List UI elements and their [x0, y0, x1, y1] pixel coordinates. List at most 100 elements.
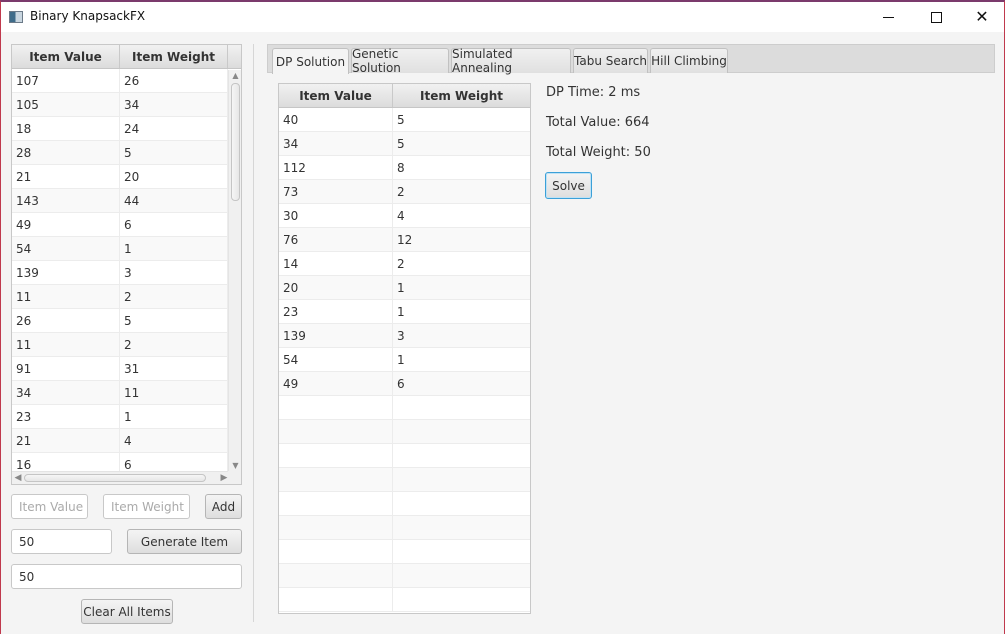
cell-item-weight: [393, 396, 530, 419]
add-button[interactable]: Add: [205, 494, 242, 519]
table-row[interactable]: 112 8: [279, 156, 530, 180]
cell-item-value: 21: [12, 429, 120, 452]
cell-item-value: [279, 396, 393, 419]
minimize-button[interactable]: [865, 2, 911, 32]
tab-genetic-solution[interactable]: Genetic Solution: [351, 47, 449, 75]
table-row[interactable]: [279, 540, 530, 564]
table-row[interactable]: [279, 492, 530, 516]
item-value-input[interactable]: [11, 494, 88, 519]
table-row[interactable]: 14 2: [279, 252, 530, 276]
scroll-up-icon[interactable]: ▲: [229, 70, 241, 82]
cell-item-weight: 1: [397, 280, 405, 295]
cell-item-weight: [393, 564, 530, 587]
table-row[interactable]: 91 31: [12, 357, 241, 381]
column-header-item-value[interactable]: Item Value: [12, 45, 120, 68]
cell-item-weight: 5: [397, 112, 405, 127]
items-table[interactable]: Item Value Item Weight 107 26 105 34 18 24 28 5…: [11, 44, 242, 485]
table-row[interactable]: 11 2: [12, 333, 241, 357]
cell-item-value: 91: [12, 357, 120, 380]
table-row[interactable]: 34 5: [279, 132, 530, 156]
table-row[interactable]: [279, 588, 530, 612]
cell-item-weight: 1: [120, 405, 228, 428]
table-row[interactable]: 30 4: [279, 204, 530, 228]
scroll-corner: [228, 471, 241, 484]
vertical-scrollbar[interactable]: ▲ ▼: [228, 70, 241, 472]
cell-item-value: [279, 516, 393, 539]
dp-column-header-item-weight[interactable]: Item Weight: [393, 84, 530, 107]
cell-item-weight: 11: [120, 381, 228, 404]
table-row[interactable]: 139 3: [12, 261, 241, 285]
capacity-input[interactable]: [11, 564, 242, 589]
cell-item-weight: 5: [397, 136, 405, 151]
clear-all-items-button[interactable]: Clear All Items: [81, 599, 173, 624]
cell-item-value: 20: [279, 276, 393, 299]
cell-item-value: 49: [12, 213, 120, 236]
title-bar: Binary KnapsackFX ✕: [1, 2, 1004, 32]
generate-item-button[interactable]: Generate Item: [127, 529, 242, 554]
cell-item-value: [279, 564, 393, 587]
cell-item-weight: 20: [120, 165, 228, 188]
table-row[interactable]: 26 5: [12, 309, 241, 333]
generate-count-input[interactable]: [11, 529, 112, 554]
table-row[interactable]: 20 1: [279, 276, 530, 300]
table-row[interactable]: [279, 516, 530, 540]
table-row[interactable]: [279, 396, 530, 420]
table-row[interactable]: 143 44: [12, 189, 241, 213]
solve-button[interactable]: Solve: [545, 172, 592, 199]
cell-item-value: 23: [279, 300, 393, 323]
table-row[interactable]: 49 6: [12, 213, 241, 237]
table-row[interactable]: 18 24: [12, 117, 241, 141]
column-header-item-weight[interactable]: Item Weight: [120, 45, 228, 68]
tab-tabu-search[interactable]: Tabu Search: [573, 48, 648, 73]
table-row[interactable]: 40 5: [279, 108, 530, 132]
maximize-button[interactable]: [913, 2, 959, 32]
cell-item-value: 105: [12, 93, 120, 116]
items-table-body: 107 26 105 34 18 24 28 5 21 20 143 44 49 6 54 1 139 3 11 2 2…: [12, 69, 241, 477]
close-button[interactable]: ✕: [959, 2, 1005, 32]
table-row[interactable]: 28 5: [12, 141, 241, 165]
cell-item-value: [279, 540, 393, 563]
table-row[interactable]: 54 1: [279, 348, 530, 372]
table-row[interactable]: [279, 444, 530, 468]
cell-item-weight: [393, 444, 530, 467]
horizontal-scrollbar[interactable]: ◀ ▶: [12, 471, 230, 484]
tab-hill-climbing[interactable]: Hill Climbing: [650, 48, 728, 73]
dp-column-header-item-value[interactable]: Item Value: [279, 84, 393, 107]
table-row[interactable]: 23 1: [279, 300, 530, 324]
table-row[interactable]: [279, 564, 530, 588]
split-divider[interactable]: [253, 44, 254, 622]
cell-item-weight: [393, 588, 530, 611]
table-row[interactable]: 21 20: [12, 165, 241, 189]
dp-solution-table[interactable]: Item Value Item Weight 40 5 34 5 112 8 73 2 30 4 7…: [278, 83, 531, 614]
tab-dp-solution[interactable]: DP Solution: [272, 48, 349, 74]
table-row[interactable]: 107 26: [12, 69, 241, 93]
tab-simulated-annealing[interactable]: Simulated Annealing: [451, 47, 571, 75]
scrollbar-thumb[interactable]: [231, 83, 240, 201]
cell-item-value: 54: [12, 237, 120, 260]
cell-item-value: 34: [12, 381, 120, 404]
cell-item-value: 21: [12, 165, 120, 188]
horizontal-scrollbar-thumb[interactable]: [24, 474, 206, 482]
scroll-left-icon[interactable]: ◀: [12, 472, 24, 484]
cell-item-value: [279, 588, 393, 611]
table-row[interactable]: 105 34: [12, 93, 241, 117]
table-row[interactable]: 11 2: [12, 285, 241, 309]
cell-item-weight: 1: [397, 304, 405, 319]
table-row[interactable]: 21 4: [12, 429, 241, 453]
cell-item-weight: [393, 492, 530, 515]
table-row[interactable]: [279, 468, 530, 492]
table-row[interactable]: 73 2: [279, 180, 530, 204]
cell-item-weight: 2: [397, 184, 405, 199]
table-row[interactable]: 49 6: [279, 372, 530, 396]
item-weight-input[interactable]: [103, 494, 190, 519]
table-row[interactable]: [279, 420, 530, 444]
table-row[interactable]: 76 12: [279, 228, 530, 252]
window-title: Binary KnapsackFX: [30, 9, 146, 23]
table-row[interactable]: 23 1: [12, 405, 241, 429]
cell-item-value: 14: [279, 252, 393, 275]
cell-item-value: 76: [279, 228, 393, 251]
cell-item-weight: 6: [120, 213, 228, 236]
table-row[interactable]: 34 11: [12, 381, 241, 405]
table-row[interactable]: 139 3: [279, 324, 530, 348]
table-row[interactable]: 54 1: [12, 237, 241, 261]
